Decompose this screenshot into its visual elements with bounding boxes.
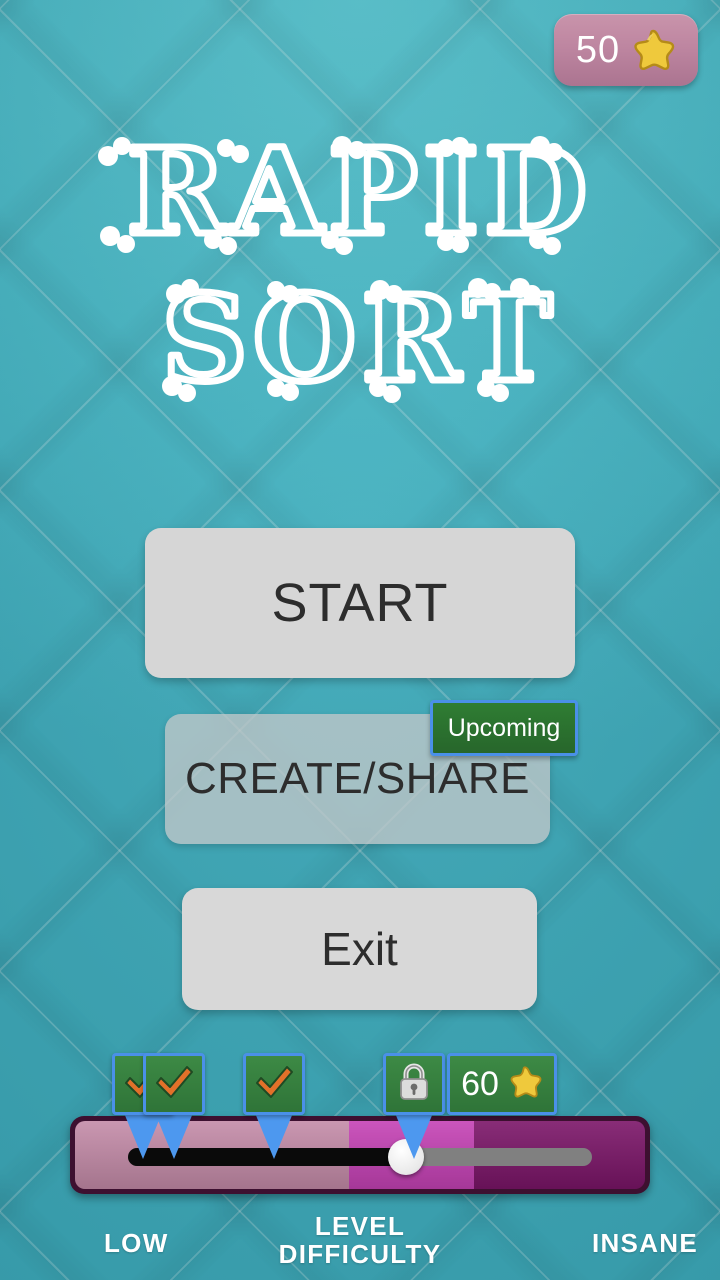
check-icon xyxy=(252,1062,296,1107)
lock-icon xyxy=(394,1060,434,1109)
currency-badge[interactable]: 50 xyxy=(554,14,698,86)
star-icon xyxy=(507,1065,543,1104)
star-icon xyxy=(630,28,676,72)
game-main-menu-screen: 50 .bonetext { font-family: "DejaVu Seri… xyxy=(0,0,720,1280)
unlock-cost-amount: 60 xyxy=(461,1065,499,1103)
upcoming-badge: Upcoming xyxy=(430,700,578,756)
currency-amount: 50 xyxy=(575,29,621,71)
difficulty-slider[interactable] xyxy=(128,1139,592,1175)
difficulty-marker-check-1[interactable] xyxy=(143,1053,205,1115)
marker-pointer-1 xyxy=(155,1113,193,1159)
check-icon xyxy=(152,1062,196,1107)
difficulty-label-insane: INSANE xyxy=(591,1228,698,1258)
marker-pointer-2 xyxy=(255,1113,293,1159)
marker-pointer-3 xyxy=(395,1113,433,1159)
difficulty-marker-check-2[interactable] xyxy=(243,1053,305,1115)
difficulty-marker-lock-3[interactable] xyxy=(383,1053,445,1115)
start-button[interactable]: START xyxy=(145,528,575,678)
exit-button[interactable]: Exit xyxy=(182,888,537,1010)
difficulty-marker-cost-4[interactable]: 60 xyxy=(447,1053,557,1115)
